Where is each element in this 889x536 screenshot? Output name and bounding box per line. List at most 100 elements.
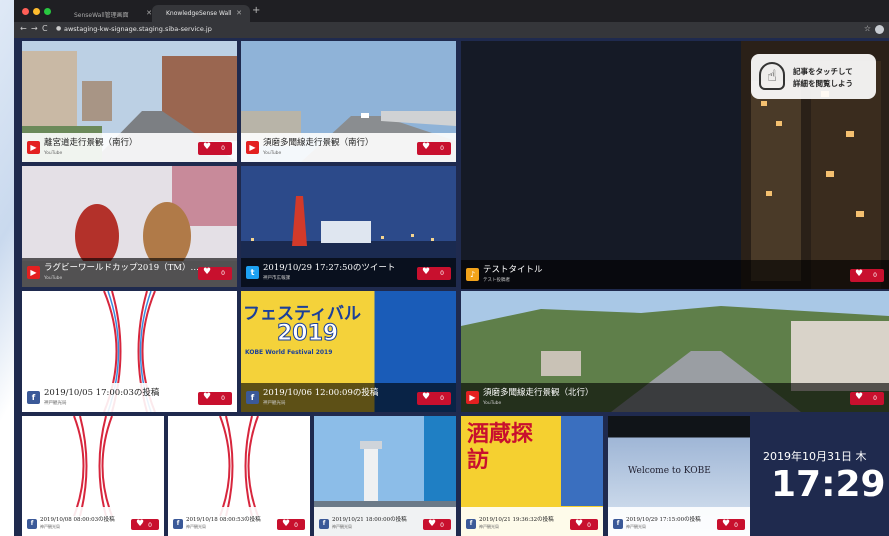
post-source: YouTube (483, 401, 502, 406)
youtube-icon: ▶ (466, 391, 479, 404)
like-button[interactable]: ♥ 0 (850, 392, 884, 405)
browser-window: SenseWall管理画面 ✕ KnowledgeSense Wall ✕ + ← … (14, 0, 889, 536)
heart-icon: ♥ (422, 267, 431, 277)
post-source: 神戸観光局 (332, 524, 352, 529)
heart-icon: ♥ (855, 392, 864, 402)
like-count: 0 (587, 522, 591, 529)
forward-icon[interactable]: → (31, 24, 38, 33)
like-count: 0 (221, 270, 225, 277)
twitter-icon: t (246, 266, 259, 279)
minimize-window-button[interactable] (33, 8, 40, 15)
like-count: 0 (440, 145, 444, 152)
like-button[interactable]: ♥ 0 (277, 519, 305, 530)
post-title: 2019/10/08 08:00:03の投稿 (40, 517, 115, 523)
like-count: 0 (294, 522, 298, 529)
like-button[interactable]: ♥ 0 (417, 392, 451, 405)
like-count: 0 (221, 145, 225, 152)
facebook-icon: f (613, 519, 623, 529)
post-tile[interactable]: Welcome to KOBE f 2019/10/29 17:15:00の投稿… (608, 416, 750, 536)
new-tab-icon[interactable]: + (252, 5, 260, 16)
post-source: 神戸観光局 (186, 524, 206, 529)
youtube-icon: ▶ (27, 141, 40, 154)
facebook-icon: f (173, 519, 183, 529)
tab-label: SenseWall管理画面 (74, 12, 129, 19)
post-tile[interactable]: ▶ 離宮道走行景観（南行） YouTube ♥ 0 (22, 41, 237, 162)
like-button[interactable]: ♥ 0 (717, 519, 745, 530)
post-source: 神戸市広報課 (263, 276, 290, 281)
back-icon[interactable]: ← (20, 24, 27, 33)
touch-hint-line1: 記事をタッチして (793, 67, 853, 76)
heart-icon: ♥ (422, 392, 431, 402)
like-count: 0 (440, 522, 444, 529)
post-source: 神戸観光局 (479, 524, 499, 529)
tab-admin[interactable]: SenseWall管理画面 ✕ (60, 5, 160, 22)
post-tile[interactable]: フェスティバル 2019 KOBE World Festival 2019 f … (241, 291, 456, 412)
bookmark-star-icon[interactable]: ☆ (864, 24, 871, 33)
url-field[interactable]: awstaging-kw-signage.staging.siba-servic… (64, 25, 212, 33)
caption-bar: f 2019/10/08 08:00:03の投稿 神戸観光局 ♥ 0 (22, 507, 164, 536)
address-bar: ← → C ● awstaging-kw-signage.staging.sib… (14, 22, 889, 38)
like-button[interactable]: ♥ 0 (198, 392, 232, 405)
like-button[interactable]: ♥ 0 (417, 267, 451, 280)
caption-bar: t 2019/10/29 17:27:50のツイート 神戸市広報課 ♥ 0 (241, 258, 456, 287)
close-tab-icon[interactable]: ✕ (236, 9, 242, 17)
like-count: 0 (148, 522, 152, 529)
profile-avatar[interactable] (875, 25, 884, 34)
like-count: 0 (221, 395, 225, 402)
like-count: 0 (440, 270, 444, 277)
post-source: YouTube (44, 276, 63, 281)
like-button[interactable]: ♥ 0 (198, 142, 232, 155)
like-button[interactable]: ♥ 0 (417, 142, 451, 155)
post-source: 神戸観光局 (626, 524, 646, 529)
lock-icon: ● (56, 25, 62, 32)
post-tile[interactable]: f 2019/10/08 08:00:03の投稿 神戸観光局 ♥ 0 (22, 416, 164, 536)
heart-icon: ♥ (575, 519, 584, 529)
heart-icon: ♥ (422, 142, 431, 152)
poster-title: 酒蔵探訪 (467, 422, 534, 473)
touch-hint-line2: 詳細を閲覧しよう (793, 79, 853, 88)
post-source: YouTube (44, 151, 63, 156)
title-bar: SenseWall管理画面 ✕ KnowledgeSense Wall ✕ + (14, 0, 889, 22)
like-button[interactable]: ♥ 0 (850, 269, 884, 282)
post-source: 神戸観光局 (44, 401, 67, 406)
heart-icon: ♥ (282, 519, 291, 529)
post-title: 2019/10/29 17:15:00の投稿 (626, 517, 701, 523)
clock-date: 2019年10月31日 木 (763, 450, 867, 463)
post-title: 2019/10/21 19:36:32の投稿 (479, 517, 554, 523)
reload-icon[interactable]: C (42, 24, 48, 33)
heart-icon: ♥ (722, 519, 731, 529)
like-count: 0 (873, 395, 877, 402)
post-tile[interactable]: 酒蔵探訪 f 2019/10/21 19:36:32の投稿 神戸観光局 ♥ 0 (461, 416, 603, 536)
caption-bar: ♪ テストタイトル テスト投稿者 ♥ 0 (461, 260, 889, 289)
post-tile[interactable]: f 2019/10/21 18:00:00の投稿 神戸観光局 ♥ 0 (314, 416, 456, 536)
post-tile[interactable]: ▶ 須磨多聞線走行景観（北行） YouTube ♥ 0 (461, 291, 889, 412)
heart-icon: ♥ (855, 269, 864, 279)
post-title: 須磨多聞線走行景観（南行） (263, 138, 374, 148)
close-window-button[interactable] (22, 8, 29, 15)
touch-hint-overlay: ☝ 記事をタッチして 詳細を閲覧しよう (751, 54, 876, 99)
post-title: 須磨多聞線走行景観（北行） (483, 388, 594, 398)
like-button[interactable]: ♥ 0 (131, 519, 159, 530)
tab-wall[interactable]: KnowledgeSense Wall ✕ (152, 5, 250, 22)
facebook-icon: f (27, 519, 37, 529)
post-source: YouTube (263, 151, 282, 156)
heart-icon: ♥ (136, 519, 145, 529)
heart-icon: ♥ (428, 519, 437, 529)
post-tile[interactable]: f 2019/10/05 17:00:03の投稿 神戸観光局 ♥ 0 (22, 291, 237, 412)
like-button[interactable]: ♥ 0 (570, 519, 598, 530)
post-tile[interactable]: ▶ 須磨多聞線走行景観（南行） YouTube ♥ 0 (241, 41, 456, 162)
post-tile[interactable]: ▶ ラグビーワールドカップ2019（TM）… YouTube ♥ 0 (22, 166, 237, 287)
heart-icon: ♥ (203, 392, 212, 402)
facebook-icon: f (319, 519, 329, 529)
post-tile[interactable]: f 2019/10/18 08:00:53の投稿 神戸観光局 ♥ 0 (168, 416, 310, 536)
maximize-window-button[interactable] (44, 8, 51, 15)
like-count: 0 (734, 522, 738, 529)
like-button[interactable]: ♥ 0 (423, 519, 451, 530)
caption-bar: f 2019/10/21 18:00:00の投稿 神戸観光局 ♥ 0 (314, 507, 456, 536)
caption-bar: ▶ 離宮道走行景観（南行） YouTube ♥ 0 (22, 133, 237, 162)
like-button[interactable]: ♥ 0 (198, 267, 232, 280)
signage-grid: ▶ 離宮道走行景観（南行） YouTube ♥ 0 ▶ 須磨多聞線走行景観（南行）… (14, 38, 889, 536)
post-tile[interactable]: t 2019/10/29 17:27:50のツイート 神戸市広報課 ♥ 0 (241, 166, 456, 287)
post-title: 2019/10/29 17:27:50のツイート (263, 263, 396, 273)
like-count: 0 (440, 395, 444, 402)
